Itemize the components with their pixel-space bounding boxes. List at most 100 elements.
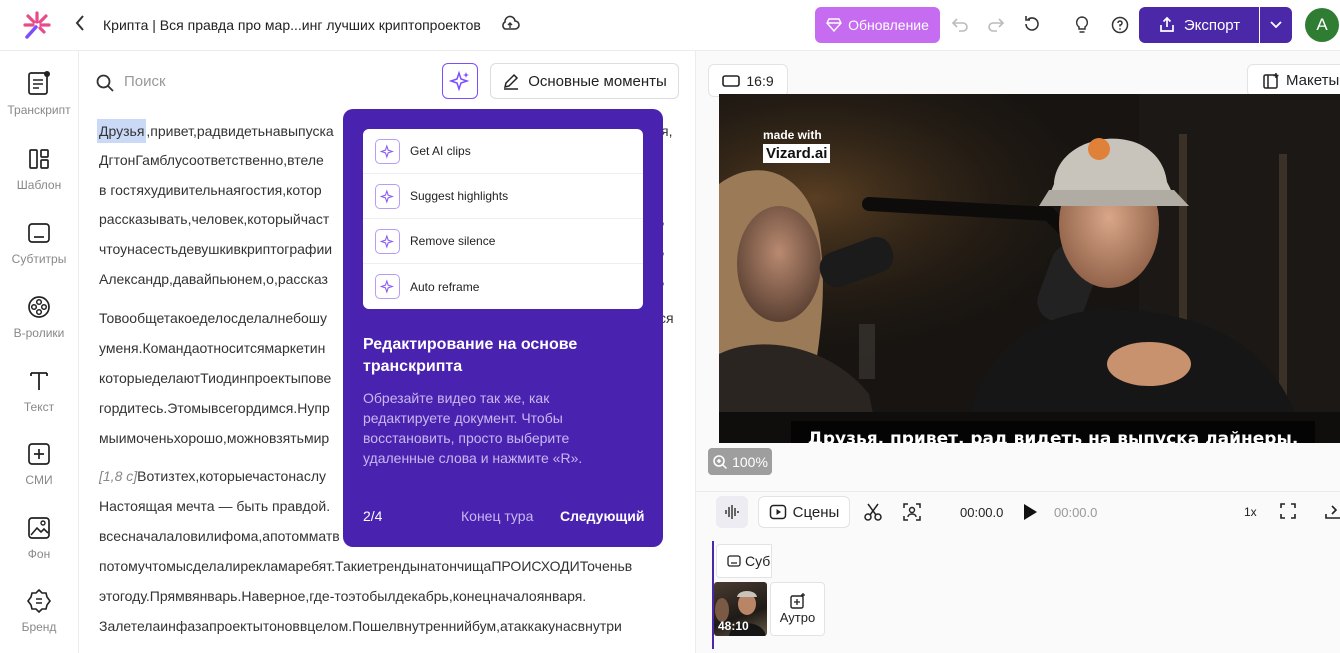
transcript-line[interactable]: всесначалаловилифома,апотомматв (99, 528, 340, 544)
subtitle-track-label: Суб (745, 553, 771, 569)
transcript-line[interactable]: Александр,давайпьюнем,о,рассказ (99, 271, 328, 287)
export-dropdown-button[interactable] (1260, 7, 1292, 43)
transcript-line[interactable]: мыимоченьхорошо,можновзятьмир (99, 430, 329, 446)
preview-panel: 16:9 Макеты made with Vizard.ai Друзья, … (696, 51, 1340, 653)
transcript-line[interactable]: гордитесь.Этомывсегордимся.Нупр (99, 400, 330, 416)
export-button[interactable]: Экспорт (1139, 7, 1259, 43)
sidebar-label: Субтитры (11, 252, 67, 266)
fullscreen-icon[interactable] (1279, 502, 1297, 520)
sidebar-label: Транскрипт (7, 103, 71, 117)
chevron-down-icon (1270, 21, 1282, 29)
undo-icon[interactable] (950, 15, 970, 35)
sidebar-item-template[interactable]: Шаблон (0, 146, 78, 192)
app-logo-icon[interactable] (22, 10, 52, 40)
transcript-line[interactable]: которыеделаютТиодинпроектыпове (99, 370, 331, 386)
aspect-ratio-button[interactable]: 16:9 (708, 64, 788, 97)
tour-option-silence[interactable]: Remove silence (363, 219, 643, 264)
reset-icon[interactable] (1022, 14, 1042, 34)
layouts-label: Макеты (1286, 72, 1340, 89)
transcript-line[interactable]: уменя.Командаотноситсямаркетин (99, 340, 325, 356)
sidebar-item-transcript[interactable]: Транскрипт (0, 69, 78, 117)
help-icon[interactable] (1110, 15, 1130, 35)
sidebar-item-text[interactable]: Текст (0, 368, 78, 414)
add-outro-icon (789, 593, 805, 609)
tour-popover: Get AI clips Suggest highlights Remove s… (343, 109, 663, 547)
timeline-video-clip[interactable]: 48:10 (714, 582, 767, 636)
person-frame-icon[interactable] (902, 502, 922, 522)
zoom-level-badge[interactable]: 100% (708, 448, 772, 475)
lightbulb-icon[interactable] (1073, 15, 1091, 35)
sparkle-icon (375, 228, 400, 254)
play-icon[interactable] (1021, 502, 1039, 522)
background-icon (28, 517, 50, 539)
transcript-line[interactable]: Залетелаинфазапроектытоноввцелом.Пошелвн… (99, 618, 622, 634)
current-time: 00:00.0 (960, 505, 1004, 520)
redo-icon[interactable] (986, 15, 1006, 35)
waveform-button[interactable] (716, 496, 748, 528)
total-time: 00:00.0 (1054, 505, 1098, 520)
highlighted-word[interactable]: Друзья (97, 119, 147, 143)
scenes-button[interactable]: Сцены (758, 496, 850, 528)
search-input[interactable]: Поиск (124, 73, 166, 90)
sidebar-label: Бренд (21, 620, 57, 634)
tour-option-label: Remove silence (410, 234, 496, 248)
back-arrow-icon[interactable] (74, 13, 86, 39)
aspect-ratio-label: 16:9 (746, 72, 774, 89)
timeline-subtitle-track[interactable]: Суб (716, 544, 772, 578)
transcript-line[interactable]: в гостяхудивительнаягостия,котор (99, 182, 322, 198)
export-label: Экспорт (1183, 16, 1241, 34)
transcript-line[interactable]: рассказывать,человек,которыйчаст (99, 211, 329, 227)
sidebar-label: Фон (27, 547, 51, 561)
layouts-button[interactable]: Макеты (1247, 64, 1340, 97)
sidebar-label: Текст (23, 400, 55, 414)
sidebar-item-media[interactable]: СМИ (0, 441, 78, 487)
tour-option-reframe[interactable]: Auto reframe (363, 264, 643, 309)
video-preview[interactable]: made with Vizard.ai Друзья, привет, рад … (719, 94, 1340, 443)
transcript-line[interactable]: [1,8 с]Вотизтех,которыечастонаслу (99, 468, 326, 484)
transcript-line[interactable]: потомучтомысделалирекламаребят.Такиетрен… (99, 558, 632, 574)
collapse-icon[interactable] (1324, 502, 1340, 520)
subtitles-icon (28, 223, 50, 243)
play-circle-icon (769, 504, 786, 520)
transcript-line[interactable]: Товообщетакоеделосделалнебошу (99, 310, 327, 326)
tour-option-label: Auto reframe (410, 279, 480, 294)
sidebar-item-subtitles[interactable]: Субтитры (0, 220, 78, 266)
transcript-line[interactable]: чтоунасестьдевушкивкриптографии (99, 241, 332, 257)
video-subtitle[interactable]: Друзья, привет, рад видеть на выпуска ла… (791, 421, 1315, 443)
sparkle-icon (449, 70, 470, 92)
search-icon (95, 73, 115, 98)
transcript-line[interactable]: этогоду.Прямвянварь.Наверное,где-тоэтобы… (99, 588, 586, 604)
brand-icon (27, 588, 51, 614)
cloud-upload-icon[interactable] (500, 14, 520, 34)
highlights-button[interactable]: Основные моменты (490, 63, 679, 99)
transcript-line[interactable]: Друзья ,привет,радвидетьнавыпуска (97, 119, 334, 143)
layout-add-icon (1263, 72, 1279, 89)
tour-option-label: Get AI clips (410, 144, 471, 158)
media-icon (28, 443, 50, 465)
tour-option-highlights[interactable]: Suggest highlights (363, 174, 643, 219)
user-avatar[interactable]: A (1305, 8, 1339, 42)
upgrade-label: Обновление (848, 17, 929, 33)
end-tour-button[interactable]: Конец тура (461, 508, 533, 524)
tour-title: Редактирование на основе транскрипта (363, 336, 578, 375)
ai-tools-button[interactable] (442, 63, 478, 99)
next-step-button[interactable]: Следующий (560, 508, 644, 524)
outro-button[interactable]: Аутро (770, 582, 825, 636)
sidebar-item-broll[interactable]: В-ролики (0, 294, 78, 340)
transcript-line[interactable]: ДгтонГамблусоответственно,втеле (99, 152, 324, 168)
tour-option-label: Suggest highlights (410, 189, 509, 203)
project-title[interactable]: Крипта | Вся правда про мар...инг лучших… (103, 17, 481, 33)
outro-label: Аутро (779, 610, 816, 625)
sidebar-item-brand[interactable]: Бренд (0, 588, 78, 634)
sidebar-item-background[interactable]: Фон (0, 515, 78, 561)
sidebar-label: Шаблон (16, 178, 62, 192)
sidebar-label: СМИ (25, 473, 53, 487)
transcript-line[interactable]: Настоящая мечта — быть правдой. (99, 498, 330, 514)
tour-step-counter: 2/4 (363, 508, 383, 524)
scissors-icon[interactable] (863, 502, 883, 522)
sparkle-icon (375, 274, 400, 299)
playback-speed[interactable]: 1x (1244, 505, 1257, 519)
tour-option-ai-clips[interactable]: Get AI clips (363, 129, 643, 174)
pause-marker[interactable]: [1,8 с] (99, 468, 137, 484)
upgrade-button[interactable]: Обновление (815, 7, 940, 43)
